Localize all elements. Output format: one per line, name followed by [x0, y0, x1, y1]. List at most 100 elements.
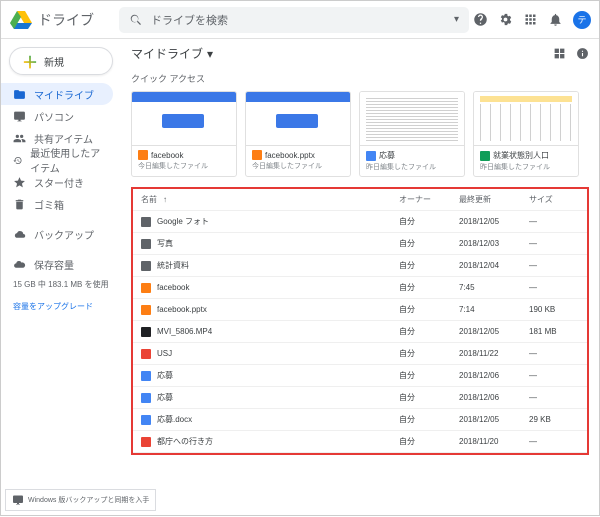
file-type-icon: [366, 151, 376, 161]
file-owner: 自分: [399, 392, 459, 403]
file-size: —: [529, 261, 579, 270]
file-size: 190 KB: [529, 305, 579, 314]
quick-access-card[interactable]: 応募昨日編集したファイル: [359, 91, 465, 177]
table-row[interactable]: 応募自分2018/12/06—: [133, 365, 587, 387]
col-modified[interactable]: 最終更新: [459, 194, 529, 205]
file-type-icon: [141, 261, 151, 271]
computers-icon: [13, 110, 26, 123]
file-name: facebook.pptx: [265, 151, 315, 160]
notifications-icon[interactable]: [548, 12, 563, 27]
account-avatar[interactable]: テ: [573, 11, 591, 29]
table-row[interactable]: 応募.docx 自分2018/12/0529 KB: [133, 409, 587, 431]
file-type-icon: [141, 393, 151, 403]
nav-storage[interactable]: 保存容量: [1, 253, 113, 275]
thumbnail: [360, 92, 464, 146]
table-header: 名前 ↑ オーナー 最終更新 サイズ: [133, 189, 587, 211]
quick-access-card[interactable]: facebook今日編集したファイル: [131, 91, 237, 177]
nav-mydrive[interactable]: マイドライブ: [1, 83, 113, 105]
drive-logo-icon: [9, 8, 33, 32]
help-icon[interactable]: [473, 12, 488, 27]
file-name: 統計資料: [157, 260, 189, 271]
app-logo[interactable]: ドライブ: [9, 8, 119, 32]
nav-backups[interactable]: バックアップ: [1, 223, 113, 245]
file-modified: 2018/12/05: [459, 415, 529, 424]
file-modified: 2018/11/20: [459, 437, 529, 446]
search-icon: [129, 13, 143, 27]
table-row[interactable]: 都庁への行き方自分2018/11/20—: [133, 431, 587, 453]
grid-view-icon[interactable]: [553, 47, 566, 60]
file-subtitle: 今日編集したファイル: [252, 161, 344, 171]
apps-icon[interactable]: [523, 12, 538, 27]
table-row[interactable]: USJ自分2018/11/22—: [133, 343, 587, 365]
search-dropdown-icon[interactable]: ▾: [454, 14, 459, 25]
table-row[interactable]: 写真自分2018/12/03—: [133, 233, 587, 255]
file-name: facebook: [151, 151, 183, 160]
file-owner: 自分: [399, 326, 459, 337]
quick-access-card[interactable]: facebook.pptx今日編集したファイル: [245, 91, 351, 177]
col-owner[interactable]: オーナー: [399, 194, 459, 205]
col-name[interactable]: 名前: [141, 194, 157, 205]
file-owner: 自分: [399, 436, 459, 447]
file-size: —: [529, 217, 579, 226]
file-type-icon: [141, 217, 151, 227]
file-table: 名前 ↑ オーナー 最終更新 サイズ Google フォト自分2018/12/0…: [131, 187, 589, 455]
file-subtitle: 昨日編集したファイル: [366, 162, 458, 172]
quick-access-card[interactable]: 就業状態別人口昨日編集したファイル: [473, 91, 579, 177]
thumbnail: [246, 92, 350, 146]
file-modified: 7:45: [459, 283, 529, 292]
nav-recent[interactable]: 最近使用したアイテム: [1, 149, 113, 171]
file-name: 応募: [157, 370, 173, 381]
file-name: facebook.pptx: [157, 305, 207, 314]
file-owner: 自分: [399, 238, 459, 249]
file-modified: 2018/12/05: [459, 217, 529, 226]
chevron-down-icon: ▾: [207, 47, 213, 61]
file-type-icon: [141, 239, 151, 249]
nav-label: パソコン: [34, 109, 74, 124]
backup-sync-promo[interactable]: Windows 版バックアップと同期を入手: [5, 489, 156, 511]
nav-trash[interactable]: ゴミ箱: [1, 193, 113, 215]
storage-upgrade-link[interactable]: 容量をアップグレード: [1, 297, 121, 316]
table-row[interactable]: facebook自分7:45—: [133, 277, 587, 299]
col-size[interactable]: サイズ: [529, 194, 579, 205]
file-modified: 2018/12/06: [459, 371, 529, 380]
file-owner: 自分: [399, 282, 459, 293]
starred-icon: [13, 176, 26, 189]
table-row[interactable]: Google フォト自分2018/12/05—: [133, 211, 587, 233]
sidebar: ＋ 新規 マイドライブパソコン共有アイテム最近使用したアイテムスター付きゴミ箱 …: [1, 39, 121, 517]
quick-access-label: クイック アクセス: [131, 72, 589, 85]
file-type-icon: [141, 371, 151, 381]
file-name: 就業状態別人口: [493, 150, 549, 161]
sort-asc-icon: ↑: [163, 195, 167, 204]
file-name: 応募.docx: [157, 414, 192, 425]
search-bar[interactable]: ドライブを検索 ▾: [119, 7, 469, 33]
file-subtitle: 昨日編集したファイル: [480, 162, 572, 172]
file-owner: 自分: [399, 370, 459, 381]
file-size: 29 KB: [529, 415, 579, 424]
table-row[interactable]: 統計資料自分2018/12/04—: [133, 255, 587, 277]
table-row[interactable]: MVI_5806.MP4自分2018/12/05181 MB: [133, 321, 587, 343]
breadcrumb[interactable]: マイドライブ▾: [131, 45, 213, 62]
table-row[interactable]: 応募自分2018/12/06—: [133, 387, 587, 409]
file-type-icon: [141, 437, 151, 447]
nav-label: 共有アイテム: [34, 131, 93, 146]
nav-computers[interactable]: パソコン: [1, 105, 113, 127]
nav-label: 最近使用したアイテム: [30, 145, 101, 175]
file-name: 応募: [157, 392, 173, 403]
file-modified: 2018/12/06: [459, 393, 529, 402]
details-icon[interactable]: [576, 47, 589, 60]
file-name: MVI_5806.MP4: [157, 327, 212, 336]
new-button[interactable]: ＋ 新規: [9, 47, 113, 75]
file-size: —: [529, 239, 579, 248]
nav-label: 保存容量: [34, 257, 74, 272]
plus-icon: ＋: [22, 49, 38, 73]
new-button-label: 新規: [44, 54, 64, 69]
settings-icon[interactable]: [498, 12, 513, 27]
monitor-icon: [12, 494, 24, 506]
table-row[interactable]: facebook.pptx自分7:14190 KB: [133, 299, 587, 321]
nav-label: バックアップ: [34, 227, 94, 242]
cloud-icon: [13, 258, 26, 271]
search-placeholder: ドライブを検索: [151, 12, 454, 28]
file-type-icon: [480, 151, 490, 161]
file-owner: 自分: [399, 414, 459, 425]
file-size: —: [529, 437, 579, 446]
